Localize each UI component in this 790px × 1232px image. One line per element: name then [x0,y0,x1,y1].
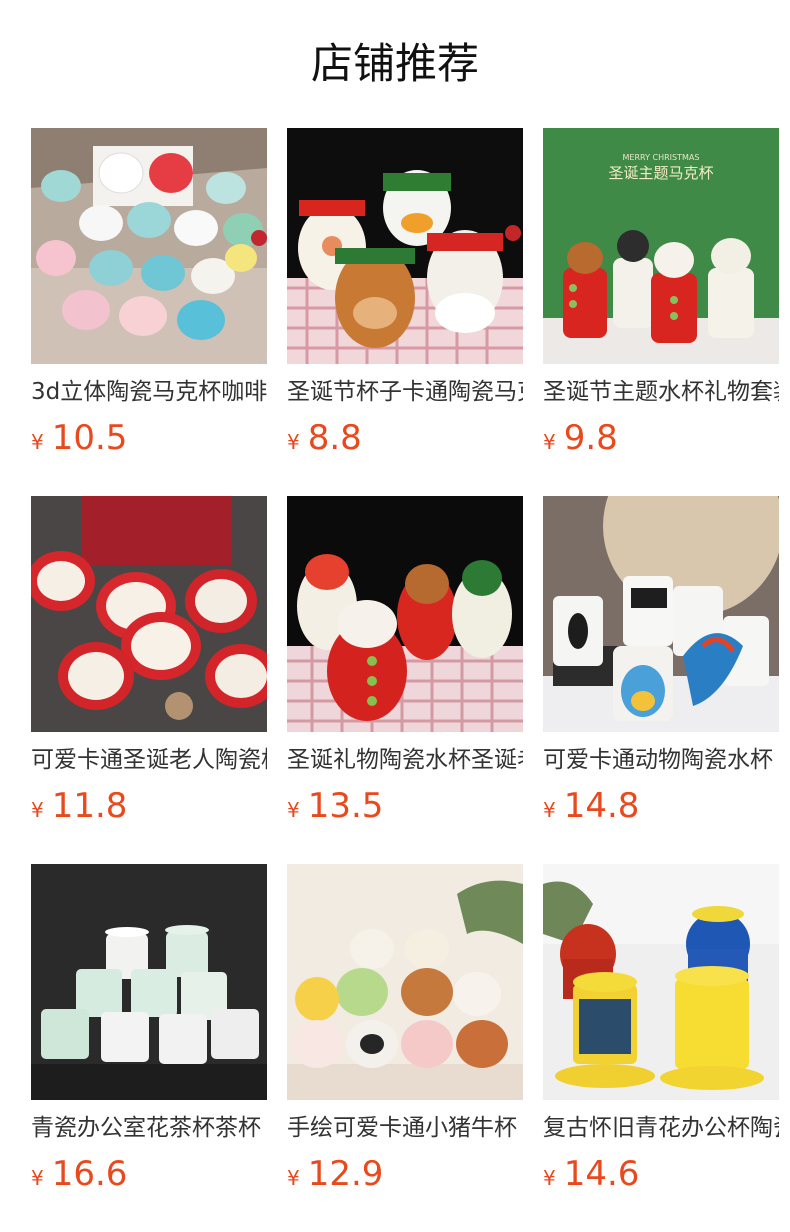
product-card[interactable]: 圣诞礼物陶瓷水杯圣诞老人 ¥13.5 [287,496,523,864]
product-photo-red-santa-cups [31,496,267,732]
product-name[interactable]: 手绘可爱卡通小猪牛杯 [287,1112,523,1144]
product-image[interactable] [287,128,523,364]
product-photo-celadon-cups [31,864,267,1100]
product-price: ¥10.5 [31,414,127,462]
currency-symbol: ¥ [287,430,300,454]
price-amount: 9.8 [563,418,618,458]
product-image[interactable] [31,864,267,1100]
product-photo-pig-cow-mugs [287,864,523,1100]
product-price: ¥9.8 [543,414,618,462]
product-name[interactable]: 圣诞礼物陶瓷水杯圣诞老人 [287,744,523,776]
product-price: ¥12.9 [287,1150,383,1198]
product-name[interactable]: 3d立体陶瓷马克杯咖啡杯 [31,376,267,408]
currency-symbol: ¥ [287,798,300,822]
currency-symbol: ¥ [287,1166,300,1190]
product-photo-vintage-cups [543,864,779,1100]
product-card[interactable]: 手绘可爱卡通小猪牛杯 ¥12.9 [287,864,523,1232]
product-card[interactable]: 复古怀旧青花办公杯陶瓷 ¥14.6 [543,864,779,1232]
product-photo-christmas-theme: MERRY CHRISTMAS 圣诞主题马克杯 [543,128,779,364]
product-photo-christmas-mugs [287,128,523,364]
product-name[interactable]: 复古怀旧青花办公杯陶瓷 [543,1112,779,1144]
price-amount: 14.8 [563,786,640,826]
product-name[interactable]: 青瓷办公室花茶杯茶杯 [31,1112,267,1144]
product-card[interactable]: 可爱卡通动物陶瓷水杯 ¥14.8 [543,496,779,864]
product-price: ¥13.5 [287,782,383,830]
product-photo-santa-reindeer [287,496,523,732]
product-photo-3d-mugs [31,128,267,364]
price-amount: 14.6 [563,1154,640,1194]
price-amount: 16.6 [51,1154,128,1194]
currency-symbol: ¥ [543,798,556,822]
currency-symbol: ¥ [31,1166,44,1190]
recommendation-page: 店铺推荐 3d立体陶瓷马克杯咖啡杯 ¥ 10.5 圣诞节杯子卡通陶瓷马 ¥ 8.… [0,0,790,1232]
product-image[interactable] [31,496,267,732]
product-price: ¥14.8 [543,782,639,830]
product-card[interactable]: 可爱卡通圣诞老人陶瓷杯 ¥11.8 [31,496,267,864]
product-name[interactable]: 可爱卡通圣诞老人陶瓷杯 [31,744,267,776]
product-card[interactable]: 圣诞节杯子卡通陶瓷马克杯 ¥8.8 [287,128,523,496]
price-amount: 8.8 [307,418,362,458]
image-subtext: MERRY CHRISTMAS [623,153,700,162]
product-grid: 3d立体陶瓷马克杯咖啡杯 ¥10.5 圣诞节杯子卡通陶瓷马 ¥ 8.8 MERR… [31,128,779,1232]
product-image[interactable] [287,496,523,732]
product-name[interactable]: 圣诞节杯子卡通陶瓷马克杯 [287,376,523,408]
product-price: ¥8.8 [287,414,362,462]
product-image[interactable]: MERRY CHRISTMAS 圣诞主题马克杯 [543,128,779,364]
currency-symbol: ¥ [543,1166,556,1190]
currency-symbol: ¥ [543,430,556,454]
product-price: ¥14.6 [543,1150,639,1198]
price-amount: 13.5 [307,786,384,826]
product-image[interactable] [543,864,779,1100]
product-image[interactable] [31,128,267,364]
product-image[interactable] [543,496,779,732]
price-amount: 12.9 [307,1154,384,1194]
product-price: ¥11.8 [31,782,127,830]
product-image[interactable] [287,864,523,1100]
price-amount: 11.8 [51,786,128,826]
product-card[interactable]: 青瓷办公室花茶杯茶杯 ¥16.6 [31,864,267,1232]
currency-symbol: ¥ [31,430,44,454]
page-title: 店铺推荐 [310,39,479,88]
price-amount: 10.5 [51,418,128,458]
product-card[interactable]: 3d立体陶瓷马克杯咖啡杯 ¥10.5 [31,128,267,496]
product-name[interactable]: 圣诞节主题水杯礼物套装 [543,376,779,408]
product-price: ¥16.6 [31,1150,127,1198]
image-caption: 圣诞主题马克杯 [608,164,713,182]
product-card[interactable]: MERRY CHRISTMAS 圣诞主题马克杯 圣诞节主题水杯礼物套装 ¥ 9.… [543,128,779,496]
product-photo-painted-animal [543,496,779,732]
currency-symbol: ¥ [31,798,44,822]
product-name[interactable]: 可爱卡通动物陶瓷水杯 [543,744,779,776]
